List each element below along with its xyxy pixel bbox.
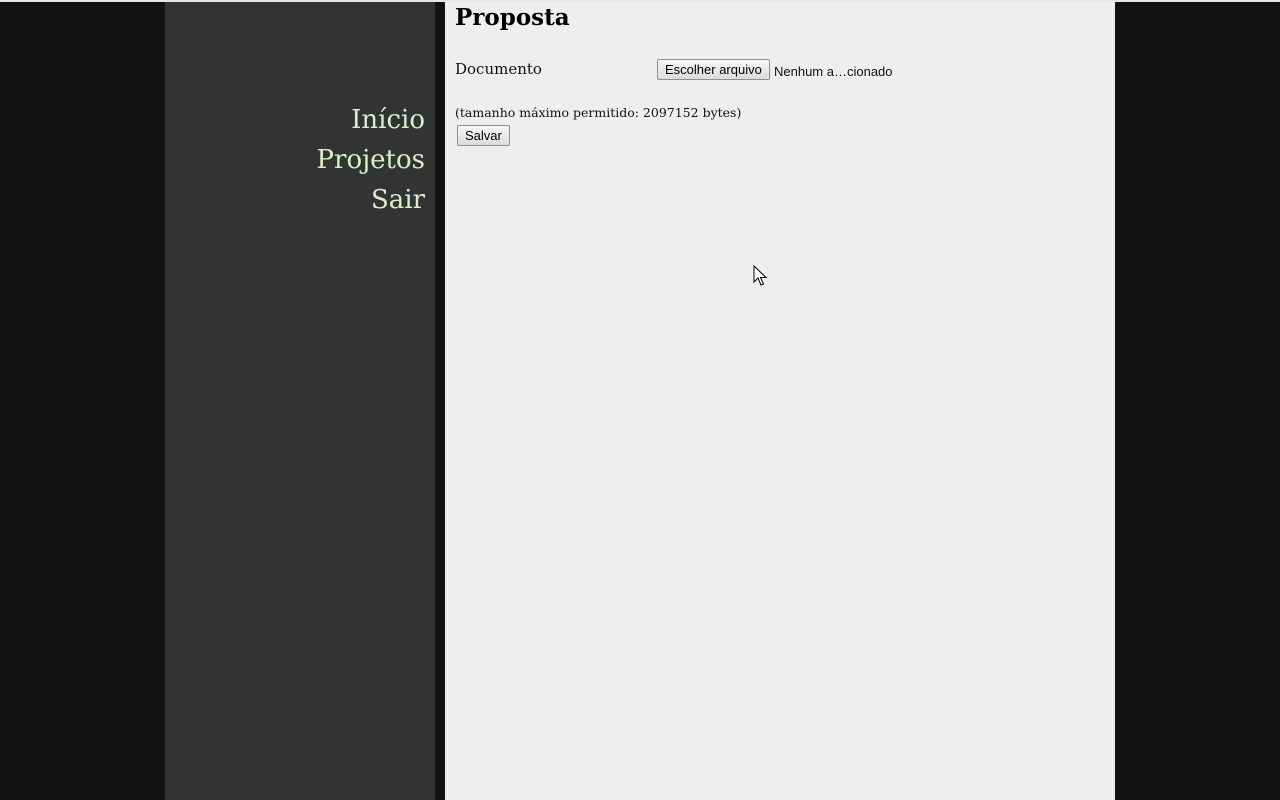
main-content: Proposta Documento Escolher arquivo Nenh…: [445, 2, 1115, 800]
nav-link-sair[interactable]: Sair: [317, 180, 425, 220]
save-button[interactable]: Salvar: [457, 125, 510, 146]
nav-link-projetos[interactable]: Projetos: [317, 140, 425, 180]
max-size-note: (tamanho máximo permitido: 2097152 bytes…: [455, 105, 742, 120]
sidebar: Início Projetos Sair: [165, 2, 435, 800]
nav-link-inicio[interactable]: Início: [317, 100, 425, 140]
page-title: Proposta: [455, 4, 570, 31]
gutter: [435, 2, 445, 800]
document-label: Documento: [455, 60, 542, 78]
page: Início Projetos Sair Proposta Documento …: [0, 0, 1280, 800]
main-nav: Início Projetos Sair: [317, 100, 425, 220]
file-status-text: Nenhum a…cionado: [774, 64, 893, 79]
mouse-pointer-icon: [753, 265, 767, 286]
choose-file-button[interactable]: Escolher arquivo: [657, 59, 770, 80]
